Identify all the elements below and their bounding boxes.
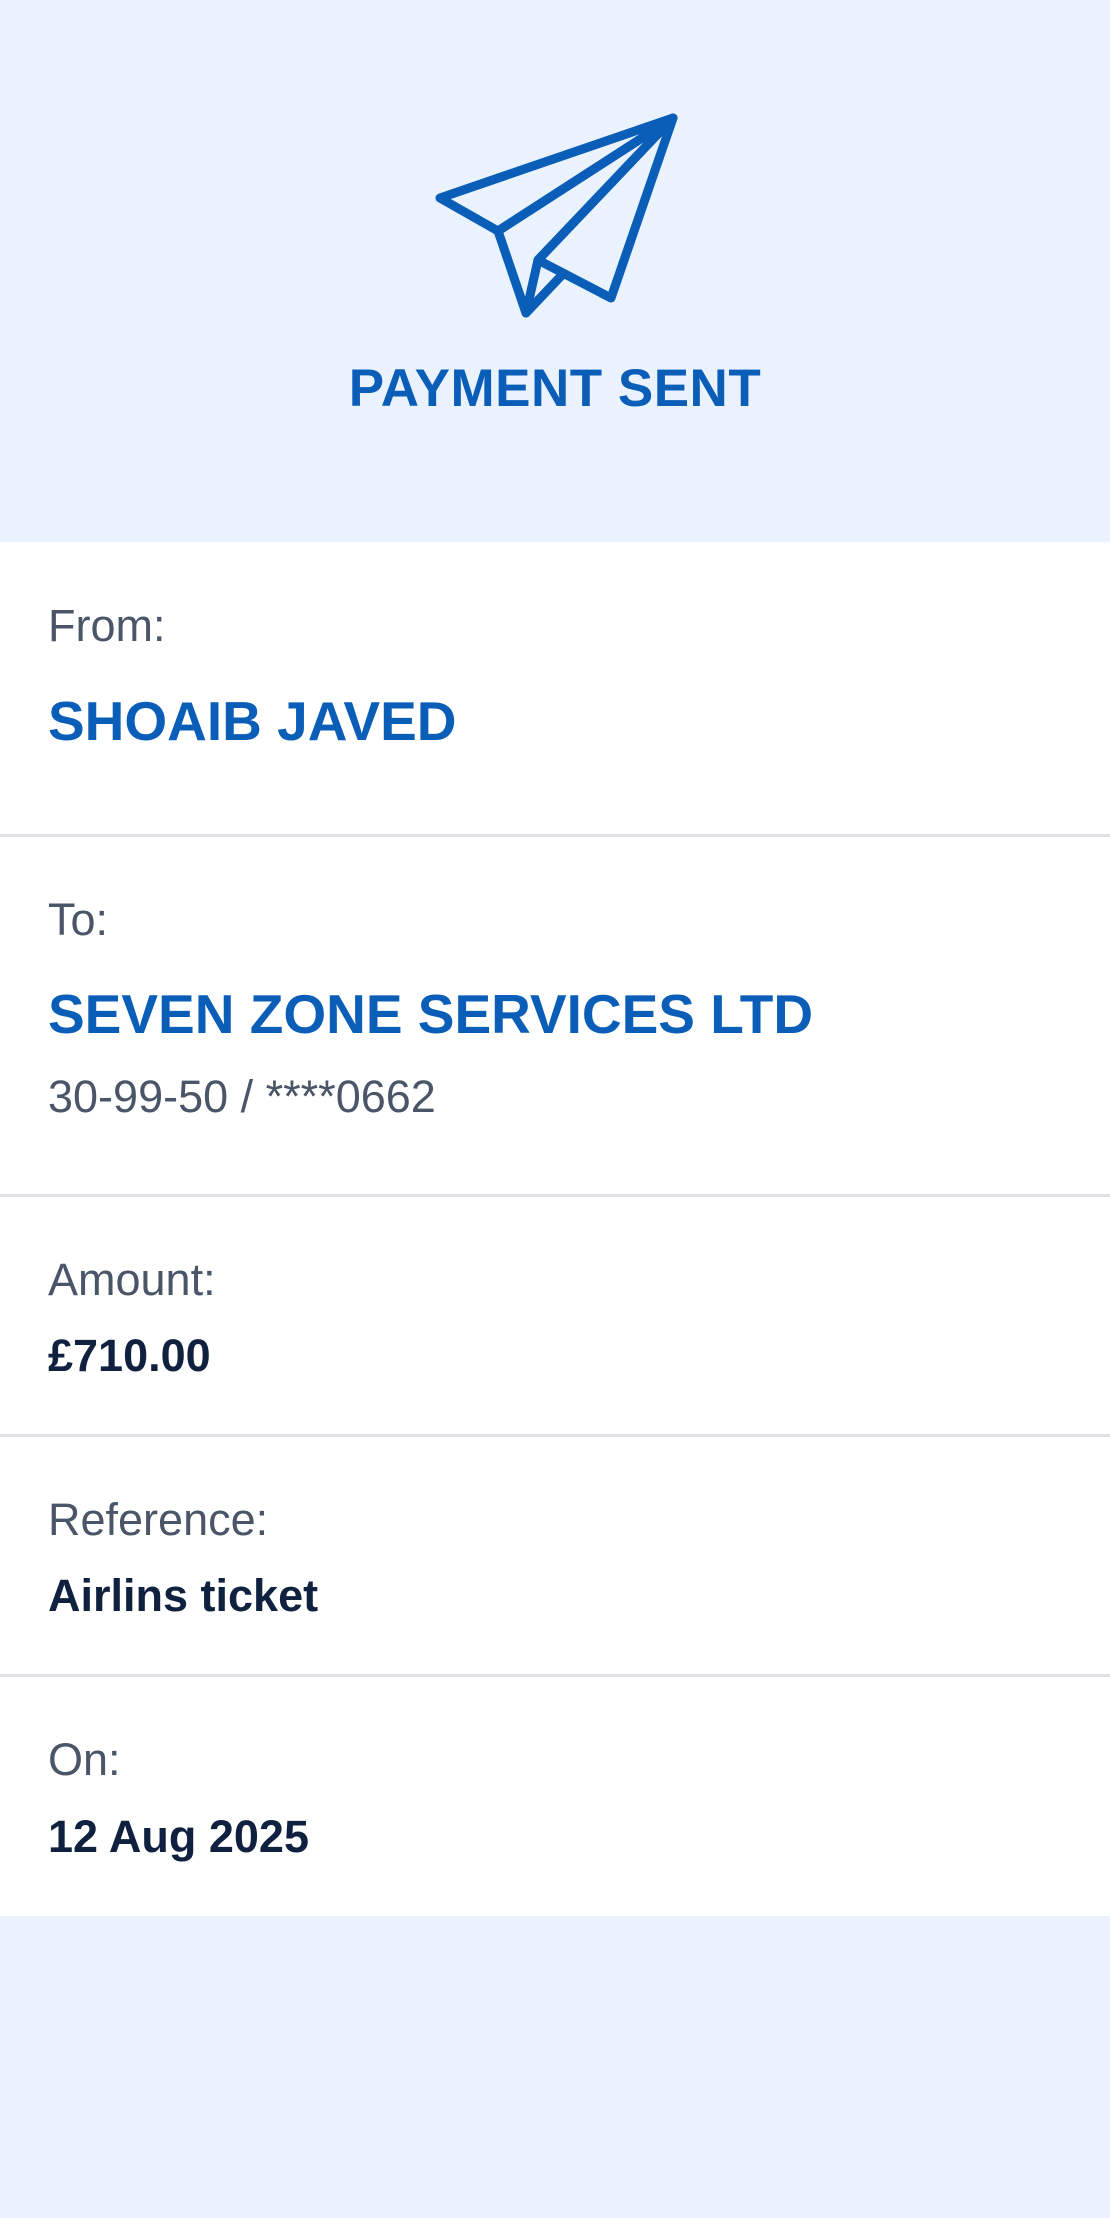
footer-background <box>0 1916 1110 2218</box>
from-row: From: SHOAIB JAVED <box>0 542 1110 834</box>
to-label: To: <box>48 894 109 945</box>
reference-row: Reference: Airlins ticket <box>0 1437 1110 1674</box>
page-title: PAYMENT SENT <box>348 359 762 418</box>
date-label: On: <box>48 1734 121 1785</box>
amount-value: £710.00 <box>48 1330 211 1381</box>
to-name: SEVEN ZONE SERVICES LTD <box>48 983 814 1045</box>
amount-row: Amount: £710.00 <box>0 1197 1110 1434</box>
reference-label: Reference: <box>48 1494 269 1545</box>
payment-details: From: SHOAIB JAVED To: SEVEN ZONE SERVIC… <box>0 542 1110 1916</box>
paper-plane-icon <box>425 105 685 325</box>
reference-value: Airlins ticket <box>48 1570 319 1621</box>
amount-label: Amount: <box>48 1254 216 1305</box>
date-value: 12 Aug 2025 <box>48 1811 309 1862</box>
to-account-number: 30-99-50 / ****0662 <box>48 1071 436 1122</box>
from-name: SHOAIB JAVED <box>48 690 457 752</box>
confirmation-header: PAYMENT SENT <box>0 0 1110 542</box>
date-row: On: 12 Aug 2025 <box>0 1677 1110 1916</box>
from-label: From: <box>48 600 166 651</box>
